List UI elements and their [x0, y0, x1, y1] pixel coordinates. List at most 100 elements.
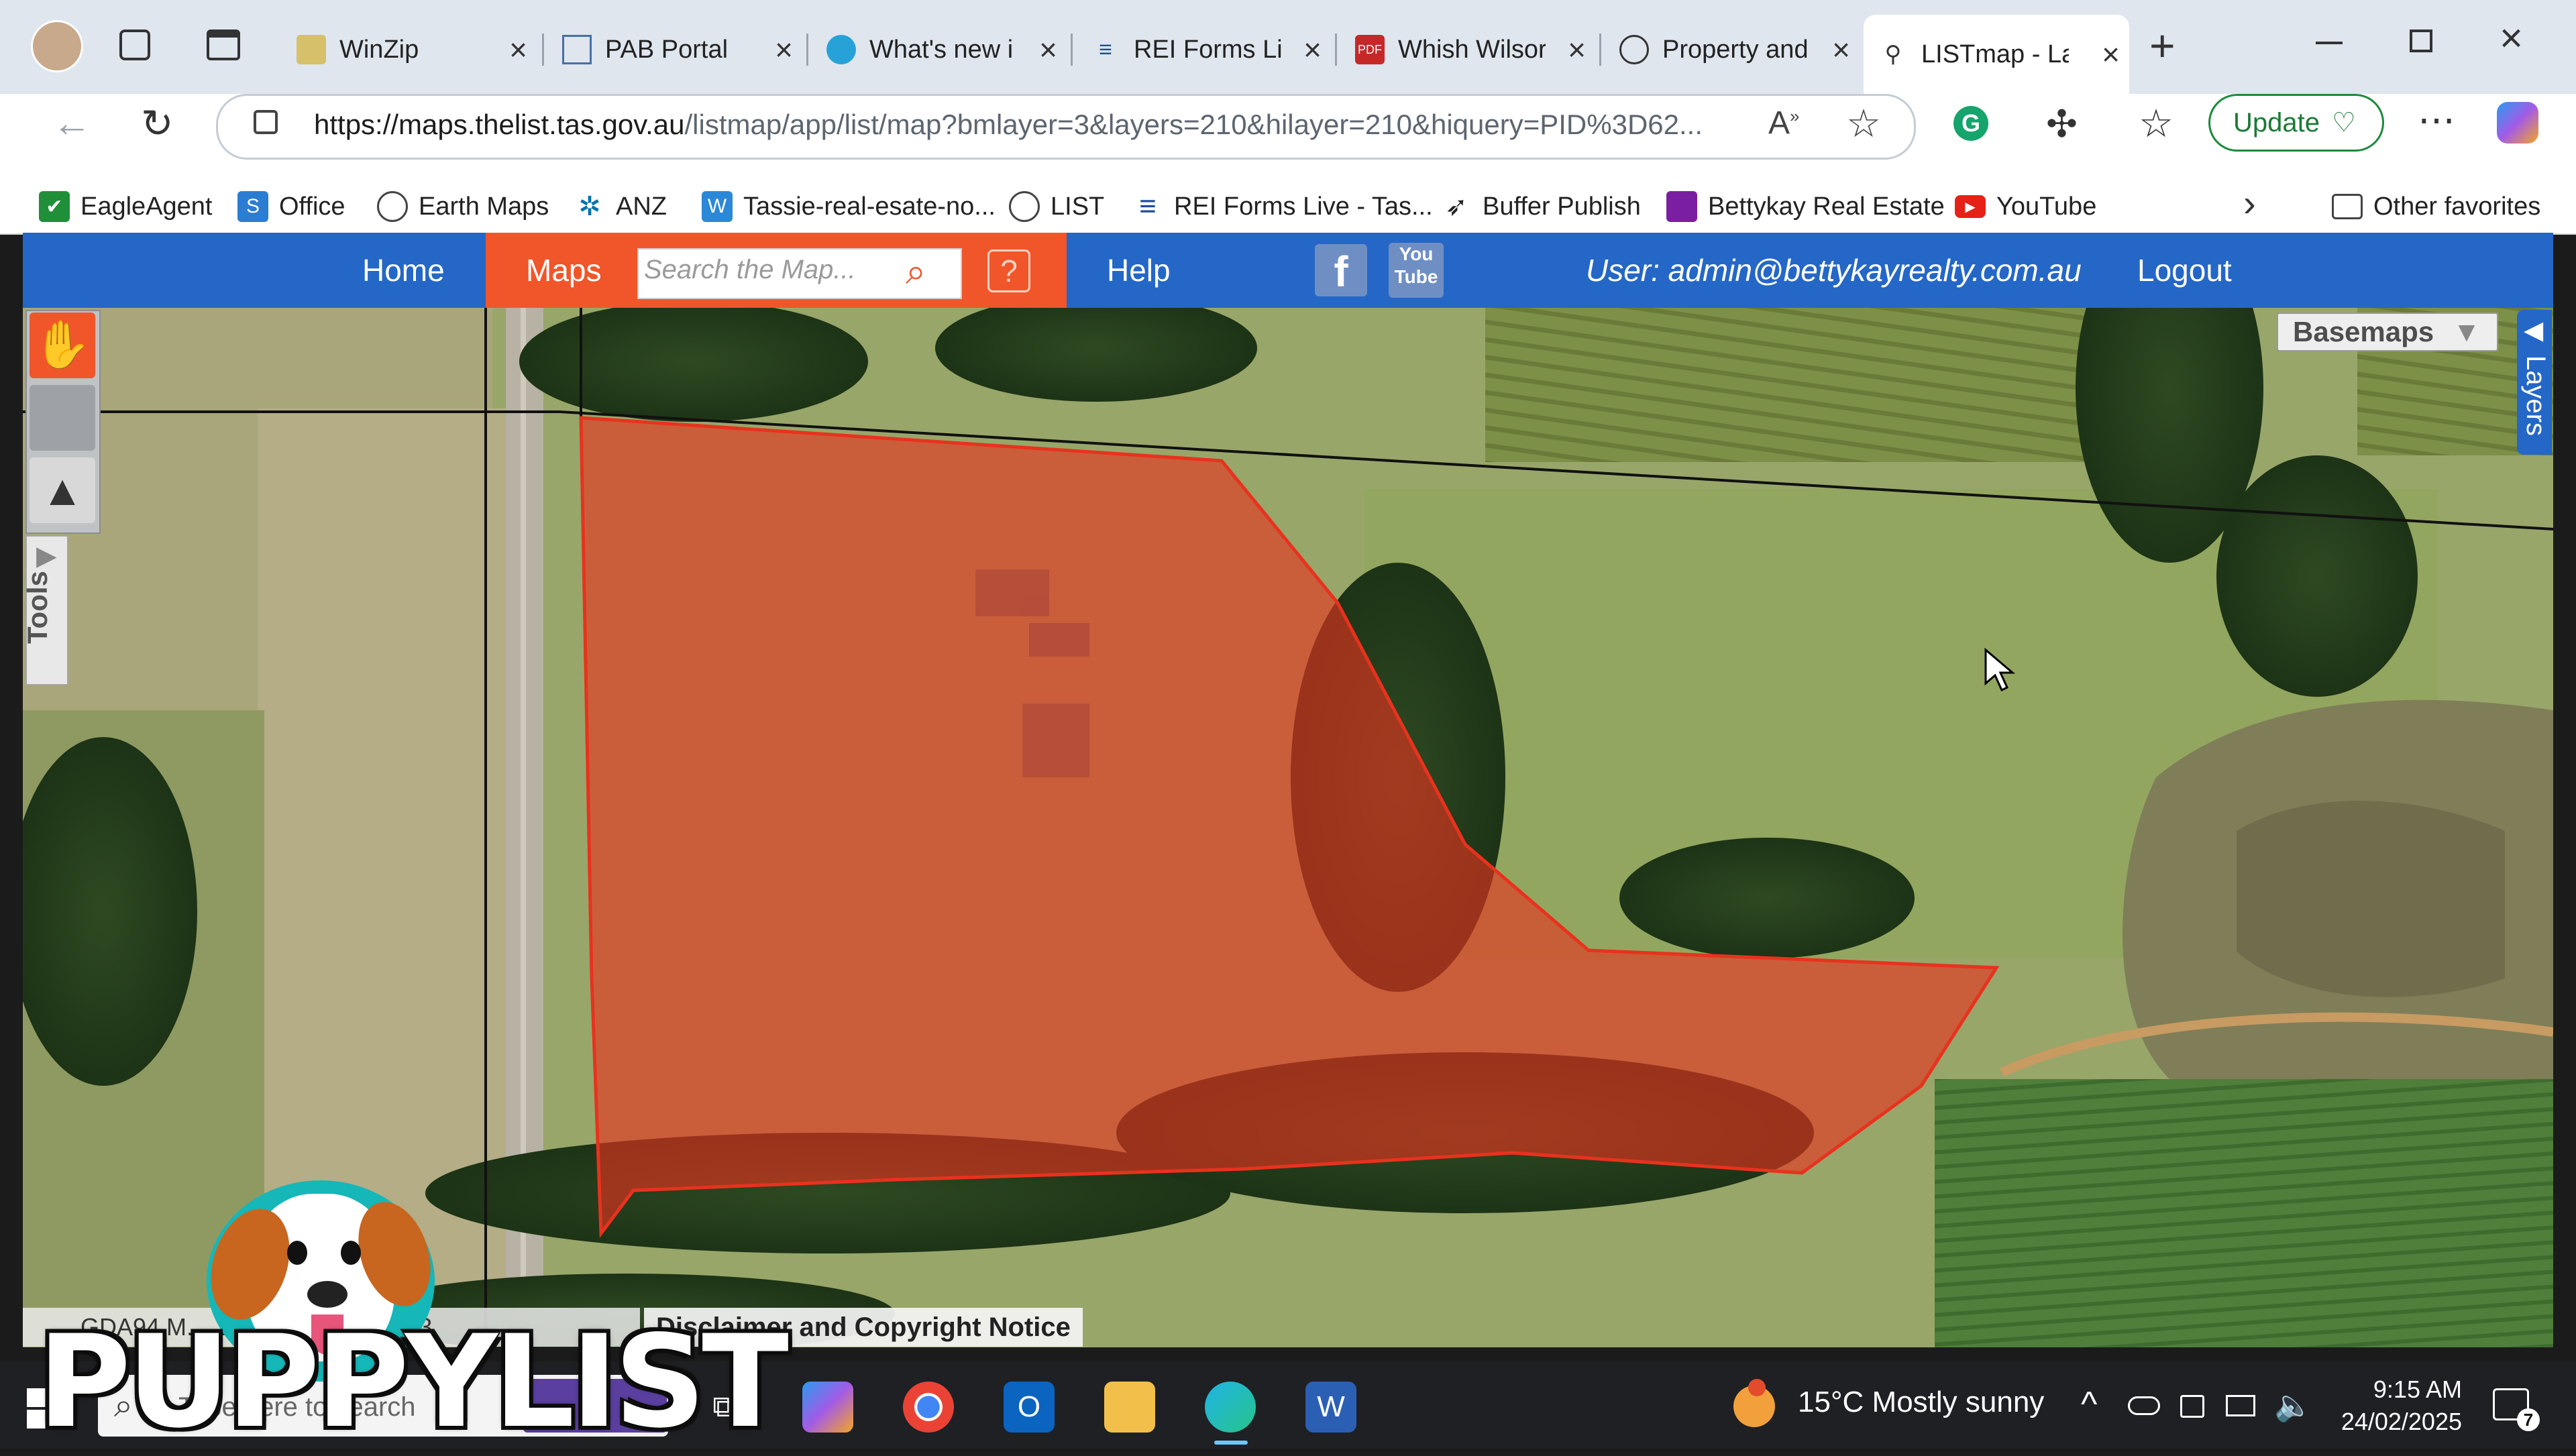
- clock-date: 24/02/2025: [2341, 1408, 2462, 1435]
- eagleagent-icon: ✔: [39, 191, 70, 222]
- facebook-icon[interactable]: f: [1315, 244, 1367, 296]
- tab-rei-forms[interactable]: ≡ REI Forms Liv ×: [1076, 13, 1331, 86]
- maximize-button[interactable]: [2410, 30, 2432, 52]
- copilot-icon[interactable]: [802, 1382, 853, 1433]
- tab-divider: [1071, 34, 1073, 66]
- favorite-list[interactable]: LIST: [1009, 180, 1104, 233]
- tab-property[interactable]: Property and ×: [1605, 13, 1860, 86]
- favorites-icon[interactable]: ☆: [2139, 101, 2174, 146]
- clock-time: 9:15 AM: [2373, 1376, 2462, 1403]
- new-tab-button[interactable]: +: [2149, 20, 2176, 71]
- north-arrow-icon[interactable]: ▲: [30, 457, 95, 523]
- workspaces-icon[interactable]: [119, 30, 150, 60]
- weather-text[interactable]: 15°C Mostly sunny: [1798, 1386, 2044, 1419]
- help-question-icon[interactable]: ?: [987, 249, 1030, 292]
- favorite-rei-forms[interactable]: ≡ REI Forms Live - Tas...: [1132, 180, 1433, 233]
- meet-now-icon[interactable]: [2180, 1395, 2204, 1418]
- play-icon: ▶: [36, 541, 57, 571]
- other-favorites[interactable]: Other favorites: [2332, 180, 2540, 233]
- chevron-right-icon[interactable]: ›: [2243, 181, 2256, 225]
- tab-divider: [1335, 34, 1337, 66]
- grammarly-icon[interactable]: G: [1953, 106, 1988, 141]
- read-aloud-icon[interactable]: A»: [1768, 105, 1799, 142]
- network-icon[interactable]: [2226, 1395, 2255, 1416]
- nav-help[interactable]: Help: [1107, 233, 1171, 308]
- tab-whish-wilson[interactable]: PDF Whish Wilsor ×: [1340, 13, 1595, 86]
- edge-icon[interactable]: [1205, 1382, 1256, 1433]
- edge-icon: [826, 35, 856, 64]
- chevron-down-icon: ▼: [2453, 316, 2481, 347]
- notification-count-badge: 7: [2517, 1408, 2540, 1431]
- favorite-eagleagent[interactable]: ✔ EagleAgent: [39, 180, 213, 233]
- heart-icon: ♡: [2331, 108, 2356, 137]
- copilot-icon[interactable]: [2497, 102, 2538, 144]
- favorite-earth-maps[interactable]: Earth Maps: [377, 180, 549, 233]
- update-button[interactable]: Update ♡: [2208, 94, 2384, 152]
- listmap-icon: ⚲: [1884, 42, 1902, 67]
- folder-icon: [2332, 194, 2363, 219]
- puppylist-brand-text: PUPPYLIST: [38, 1308, 789, 1456]
- close-icon[interactable]: ×: [1832, 32, 1850, 68]
- youtube-icon[interactable]: You Tube: [1389, 243, 1444, 298]
- globe-icon: [377, 191, 408, 222]
- favorite-youtube[interactable]: ▶ YouTube: [1955, 180, 2096, 233]
- close-icon[interactable]: ×: [2102, 36, 2120, 72]
- onedrive-icon[interactable]: [2128, 1396, 2160, 1415]
- tab-divider: [542, 34, 544, 66]
- clock[interactable]: 9:15 AM 24/02/2025: [2328, 1374, 2462, 1438]
- vertical-tabs-icon[interactable]: [207, 30, 240, 60]
- close-icon[interactable]: ×: [775, 32, 793, 68]
- close-window-button[interactable]: ×: [2500, 15, 2523, 61]
- close-icon[interactable]: ×: [1303, 32, 1322, 68]
- tab-listmap[interactable]: ⚲ LISTmap - La ×: [1864, 15, 2129, 94]
- tools-label: Tools: [21, 571, 53, 644]
- tab-whats-new[interactable]: What's new i ×: [812, 13, 1067, 86]
- active-app-indicator: [1214, 1441, 1248, 1445]
- chrome-icon[interactable]: [903, 1382, 954, 1433]
- globe-icon: [1619, 35, 1649, 64]
- url-text[interactable]: https://maps.thelist.tas.gov.au/listmap/…: [314, 109, 1703, 141]
- anz-icon: ✲: [578, 192, 601, 221]
- tab-divider: [1599, 34, 1601, 66]
- more-menu-icon[interactable]: ⋯: [2418, 98, 2458, 142]
- tab-pab-portal[interactable]: PAB Portal ×: [547, 13, 802, 86]
- user-label: User: admin@bettykayrealty.com.au: [1586, 253, 2082, 288]
- winzip-icon: [297, 35, 326, 64]
- search-icon[interactable]: ⌕: [906, 251, 926, 293]
- basemaps-button[interactable]: Basemaps ▼: [2277, 313, 2498, 351]
- office-icon: S: [237, 191, 268, 222]
- favorite-anz[interactable]: ✲ ANZ: [574, 180, 667, 233]
- back-button[interactable]: ←: [52, 101, 91, 146]
- close-icon[interactable]: ×: [1568, 32, 1586, 68]
- buffer-icon: ➶: [1445, 192, 1468, 221]
- weather-alert-badge: [1748, 1379, 1766, 1396]
- rei-forms-icon: ≡: [1139, 190, 1157, 223]
- nav-home[interactable]: Home: [362, 233, 445, 308]
- word-icon[interactable]: W: [1305, 1382, 1356, 1433]
- pdf-icon: PDF: [1355, 35, 1385, 64]
- profile-avatar[interactable]: [31, 20, 83, 72]
- favorite-buffer-publish[interactable]: ➶ Buffer Publish: [1441, 180, 1641, 233]
- tasmania-extent-icon[interactable]: [30, 385, 95, 451]
- favorite-tassie-real-estate[interactable]: W Tassie-real-esate-no...: [702, 180, 996, 233]
- close-icon[interactable]: ×: [509, 32, 527, 68]
- logout-link[interactable]: Logout: [2137, 233, 2232, 308]
- refresh-button[interactable]: ↻: [141, 101, 174, 146]
- lock-icon[interactable]: [254, 110, 278, 134]
- volume-icon[interactable]: 🔈: [2274, 1387, 2312, 1424]
- tab-winzip[interactable]: WinZip ×: [282, 13, 537, 86]
- bettykay-icon: [1666, 191, 1697, 222]
- favorite-office[interactable]: S Office: [237, 180, 345, 233]
- extensions-icon[interactable]: ✣: [2046, 102, 2078, 146]
- file-explorer-icon[interactable]: [1104, 1382, 1155, 1433]
- favorite-star-icon[interactable]: ☆: [1846, 101, 1881, 146]
- pan-hand-icon[interactable]: ✋: [30, 313, 95, 378]
- chevron-up-icon[interactable]: ^: [2081, 1384, 2097, 1424]
- minimize-button[interactable]: [2316, 42, 2343, 44]
- favorite-bettykay[interactable]: Bettykay Real Estate: [1666, 180, 1945, 233]
- nav-maps[interactable]: Maps: [526, 233, 601, 308]
- outlook-icon[interactable]: O: [1004, 1382, 1055, 1433]
- web-icon: W: [702, 191, 733, 222]
- close-icon[interactable]: ×: [1039, 32, 1057, 68]
- layers-label: Layers: [2521, 355, 2551, 437]
